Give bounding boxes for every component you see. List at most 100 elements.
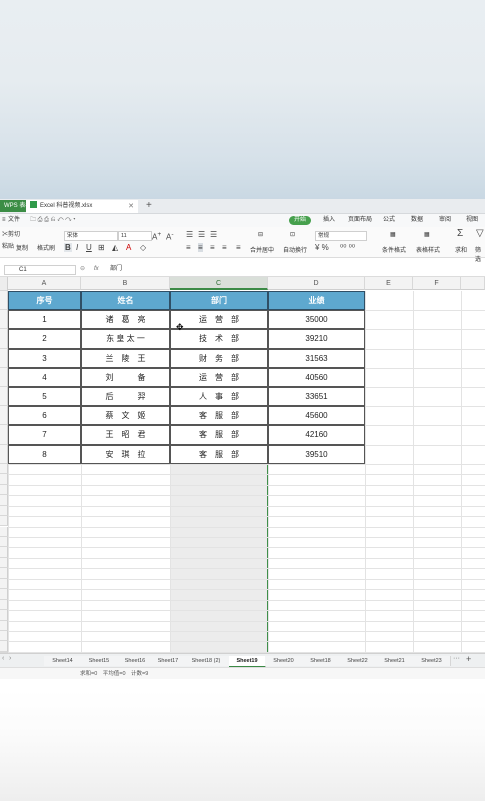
table-cell[interactable]: 40560 — [268, 367, 365, 387]
table-cell[interactable]: 39510 — [268, 444, 365, 464]
column-header-c[interactable]: C — [170, 277, 268, 290]
font-shrink-icon[interactable]: A- — [166, 230, 174, 242]
align-bottom-icon[interactable]: ☰ — [210, 230, 217, 239]
align-left-icon[interactable]: ≡ — [186, 243, 191, 252]
menu-data[interactable]: 数据 — [411, 214, 423, 227]
table-cell[interactable]: 财 务 部 — [170, 348, 268, 368]
fx-icon[interactable]: fx — [94, 263, 99, 276]
row-header[interactable] — [0, 329, 8, 349]
paste-button[interactable]: 粘贴 — [2, 241, 14, 250]
formula-input[interactable]: 部门 — [110, 263, 122, 276]
row-header[interactable] — [0, 425, 8, 445]
menu-page-layout[interactable]: 页面布局 — [348, 214, 372, 227]
table-cell[interactable]: 安 琪 拉 — [81, 444, 170, 464]
menu-file[interactable]: 文件 — [8, 214, 20, 227]
cut-button[interactable]: ✂剪切 — [2, 229, 20, 238]
row-header[interactable] — [0, 463, 8, 475]
table-cell[interactable]: 刘 备 — [81, 367, 170, 387]
italic-icon[interactable]: I — [76, 243, 78, 252]
table-cell[interactable]: 兰 陵 王 — [81, 348, 170, 368]
number-format-select[interactable]: 常规 — [315, 231, 367, 241]
border-icon[interactable]: ⊞ — [98, 243, 105, 252]
document-tab[interactable]: Excel 科普视频.xlsx ✕ — [26, 200, 138, 213]
row-header[interactable] — [0, 348, 8, 368]
sheet-tab[interactable]: Sheet17 — [153, 656, 184, 666]
table-cell[interactable]: 技 术 部 — [170, 329, 268, 349]
table-cell[interactable]: 4 — [8, 367, 81, 387]
wrap-text-button[interactable]: 自动换行 — [283, 245, 307, 254]
row-header[interactable] — [0, 406, 8, 426]
table-cell[interactable]: 42160 — [268, 425, 365, 445]
row-header[interactable] — [0, 536, 8, 548]
table-cell[interactable]: 诸 葛 亮 — [81, 310, 170, 330]
clear-format-icon[interactable]: ◇ — [140, 243, 146, 252]
table-cell[interactable]: 东 皇 太 一 — [81, 329, 170, 349]
row-header[interactable] — [0, 444, 8, 464]
menu-review[interactable]: 审阅 — [439, 214, 451, 227]
menu-view[interactable]: 视图 — [466, 214, 478, 227]
sum-icon[interactable]: Σ — [457, 229, 463, 239]
format-painter-button[interactable]: 格式刷 — [37, 243, 55, 252]
copy-button[interactable]: 复制 — [16, 243, 28, 252]
table-cell[interactable]: 5 — [8, 387, 81, 407]
decimal-icons[interactable]: ⁰⁰ ⁰⁰ — [340, 243, 355, 252]
new-tab-icon[interactable]: + — [146, 199, 152, 212]
table-cell[interactable]: 45600 — [268, 406, 365, 426]
row-header[interactable] — [0, 610, 8, 621]
table-cell[interactable]: 运 营 部 — [170, 367, 268, 387]
table-header-cell[interactable]: 序号 — [8, 291, 81, 311]
more-sheets-icon[interactable]: ··· — [453, 655, 460, 662]
row-header[interactable] — [0, 474, 8, 485]
sheet-tab[interactable]: Sheet21 — [376, 656, 414, 666]
column-header-e[interactable]: E — [365, 277, 413, 290]
table-cell[interactable]: 2 — [8, 329, 81, 349]
align-middle-icon[interactable]: ☰ — [198, 230, 205, 239]
select-all-corner[interactable] — [0, 277, 8, 291]
table-cell[interactable]: 35000 — [268, 310, 365, 330]
name-box[interactable]: C1 — [4, 265, 76, 275]
row-header[interactable] — [0, 367, 8, 387]
row-header[interactable] — [0, 599, 8, 611]
menu-insert[interactable]: 插入 — [323, 214, 335, 227]
menu-formula[interactable]: 公式 — [383, 214, 395, 227]
row-header[interactable] — [0, 526, 8, 537]
menu-start[interactable]: 开始 — [289, 216, 312, 225]
row-header[interactable] — [0, 310, 8, 330]
table-cell[interactable]: 1 — [8, 310, 81, 330]
sheet-tab[interactable]: Sheet18 — [302, 656, 340, 666]
table-cell[interactable]: 人 事 部 — [170, 387, 268, 407]
worksheet-grid[interactable]: A B C D E F 序号 姓名 部门 业绩 1 诸 葛 亮运 营 部 35000 2 东 皇 太 一技 … — [0, 277, 485, 653]
prev-sheet-icon[interactable]: ‹ — [2, 655, 4, 662]
row-header[interactable] — [0, 547, 8, 558]
sheet-tab[interactable]: Sheet16 — [117, 656, 154, 666]
conditional-format-button[interactable]: 条件格式 — [382, 245, 406, 254]
row-header[interactable] — [0, 568, 8, 579]
table-header-cell[interactable]: 部门 — [170, 291, 268, 311]
table-style-icon[interactable]: ▦ — [424, 231, 430, 238]
quick-access-icons[interactable]: 🗀 ⎙ ⎙ ⎌ ↶ ↷ ▾ — [30, 214, 75, 227]
row-header[interactable] — [0, 484, 8, 496]
row-header[interactable] — [0, 495, 8, 506]
column-header-f[interactable]: F — [413, 277, 461, 290]
table-cell[interactable]: 7 — [8, 425, 81, 445]
table-cell[interactable]: 王 昭 君 — [81, 425, 170, 445]
filter-button[interactable]: 筛选 — [475, 245, 485, 263]
sheet-tab[interactable]: Sheet14 — [44, 656, 82, 666]
font-grow-icon[interactable]: A+ — [152, 230, 161, 242]
add-sheet-icon[interactable]: + — [466, 654, 471, 664]
row-header[interactable] — [0, 505, 8, 517]
column-header-d[interactable]: D — [268, 277, 365, 290]
row-header[interactable] — [0, 631, 8, 642]
next-sheet-icon[interactable]: › — [9, 655, 11, 662]
font-size-select[interactable]: 11 — [118, 231, 152, 241]
table-style-button[interactable]: 表格样式 — [416, 245, 440, 254]
table-cell[interactable]: 蔡 文 姬 — [81, 406, 170, 426]
justify-icon[interactable]: ≡ — [222, 243, 227, 252]
align-right-icon[interactable]: ≡ — [210, 243, 215, 252]
column-header-a[interactable]: A — [8, 277, 81, 290]
table-cell[interactable]: 39210 — [268, 329, 365, 349]
formula-controls-icon[interactable]: ⊖ — [80, 263, 85, 276]
table-cell[interactable]: 8 — [8, 444, 81, 464]
currency-icon[interactable]: ¥ % — [315, 243, 329, 252]
table-cell[interactable]: 31563 — [268, 348, 365, 368]
